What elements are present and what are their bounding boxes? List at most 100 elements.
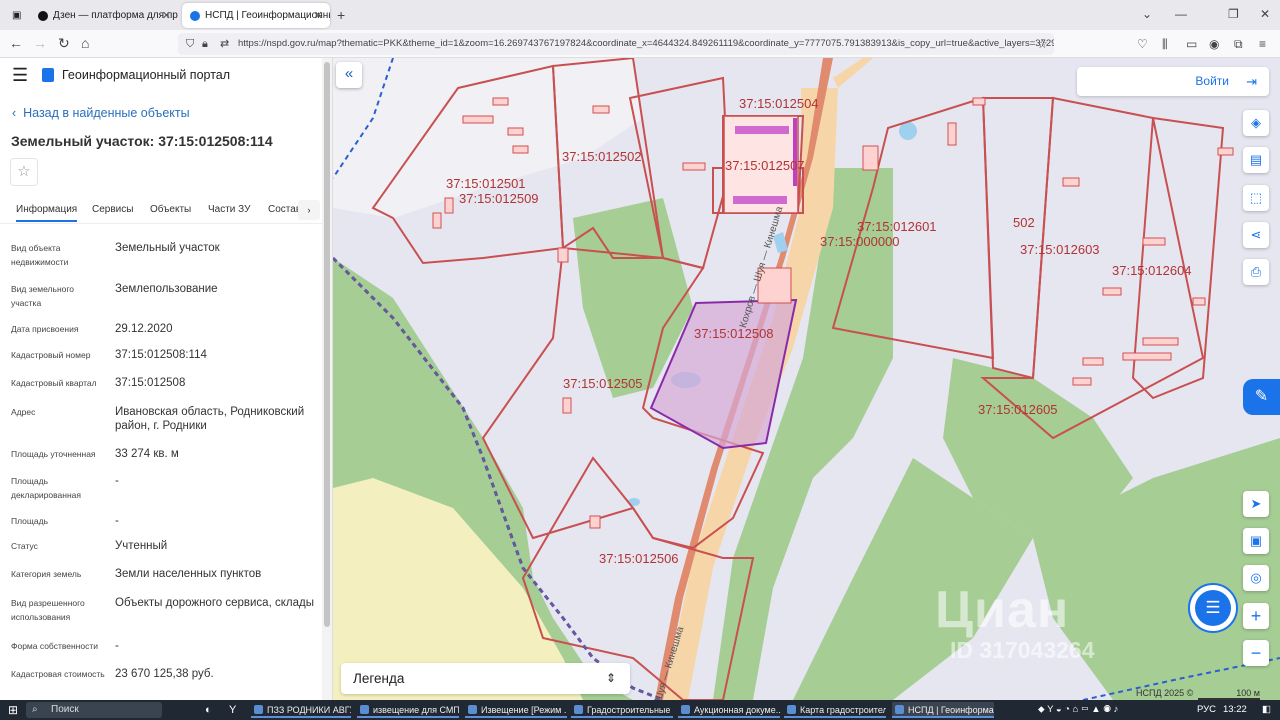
parcel-label[interactable]: 502 xyxy=(1013,215,1035,230)
clock[interactable]: 13:22 xyxy=(1223,702,1247,718)
cadastral-map[interactable]: 37:15:012504 37:15:012502 37:15:012507 3… xyxy=(333,58,1280,700)
print-icon[interactable]: ⎙ xyxy=(1243,259,1269,285)
select-area-icon[interactable]: ⬚ xyxy=(1243,185,1269,211)
sidebar-icon[interactable]: ▭ xyxy=(1186,36,1197,52)
navigate-icon[interactable]: ➤ xyxy=(1243,491,1269,517)
tab-parts[interactable]: Части ЗУ xyxy=(208,204,250,215)
attr-label: Дата присвоения xyxy=(11,324,79,334)
address-bar[interactable]: ⛉ 🔒︎ ⇄ https://nspd.gov.ru/map?thematic=… xyxy=(178,33,1054,55)
share-icon[interactable]: ⋖ xyxy=(1243,222,1269,248)
hamburger-icon[interactable]: ☰ xyxy=(12,66,28,84)
close-icon[interactable]: ✕ xyxy=(162,9,171,22)
attr-value: Землепользование xyxy=(115,283,218,295)
taskbar-item[interactable]: извещение для СМП... xyxy=(357,702,459,718)
attr-value: - xyxy=(115,475,119,487)
parcel-label[interactable]: 37:15:012506 xyxy=(599,551,679,566)
parcel-label[interactable]: 37:15:012509 xyxy=(459,191,539,206)
taskbar-item[interactable]: ПЗЗ РОДНИКИ АВГУ... xyxy=(251,702,351,718)
legend-dropdown[interactable]: Легенда ⇕ xyxy=(341,663,630,694)
taskbar-item[interactable]: Градостроительные ... xyxy=(571,702,673,718)
tab-composition[interactable]: Состав xyxy=(268,204,301,215)
back-to-results-link[interactable]: ‹ Назад в найденные объекты xyxy=(12,106,190,120)
tab-objects[interactable]: Объекты xyxy=(150,204,191,215)
parcel-label[interactable]: 37:15:000000 xyxy=(820,234,900,249)
tab-nspd[interactable]: НСПД | Геоинформационный ✕ xyxy=(182,3,330,28)
taskbar-search[interactable]: ⌕ Поиск xyxy=(26,702,162,718)
pocket-icon[interactable]: ♡ xyxy=(1137,36,1148,52)
search-icon: ⌕ xyxy=(32,704,38,715)
layers-icon[interactable]: ◈ xyxy=(1243,110,1269,136)
account-icon[interactable]: ◉ xyxy=(1209,36,1219,52)
feedback-widget-icon[interactable]: ✎ xyxy=(1243,379,1280,415)
attr-value: 23 670 125,38 руб. xyxy=(115,668,214,680)
forward-arrow-icon[interactable]: → xyxy=(33,35,47,51)
taskbar-item[interactable]: Аукционная докуме... xyxy=(678,702,780,718)
chat-button[interactable]: ☰ xyxy=(1188,583,1238,633)
attr-value: Объекты дорожного сервиса, склады xyxy=(115,597,314,609)
notifications-icon[interactable]: ◧ xyxy=(1262,702,1271,718)
login-button[interactable]: Войти ⇥ xyxy=(1077,67,1269,96)
scrollbar-thumb[interactable] xyxy=(324,62,330,627)
minimap-icon[interactable]: ▣ xyxy=(1243,528,1269,554)
parcel-label[interactable]: 37:15:012502 xyxy=(562,149,642,164)
attr-label: Адрес xyxy=(11,407,36,417)
attr-value: 37:15:012508 xyxy=(115,377,186,389)
minimize-icon[interactable]: — xyxy=(1175,6,1187,22)
taskbar-item[interactable]: Извещение [Режим ... xyxy=(465,702,567,718)
zoom-out-icon[interactable]: − xyxy=(1243,640,1269,666)
restore-icon[interactable]: ❐ xyxy=(1228,6,1239,22)
bookmark-star-icon[interactable]: ☆ xyxy=(1037,36,1048,52)
attr-label: Кадастровая стоимость xyxy=(11,669,105,679)
tab-information[interactable]: Информация xyxy=(16,204,78,222)
menu-icon[interactable]: ≡ xyxy=(1259,36,1266,52)
up-down-chevron-icon: ⇕ xyxy=(605,671,616,685)
chevron-down-icon[interactable]: ⌄ xyxy=(1142,6,1152,22)
tab-overview-button[interactable]: ▣ xyxy=(4,3,26,28)
parcel-label[interactable]: 37:15:012501 xyxy=(446,176,526,191)
attr-value: Ивановская область, Родниковский район, … xyxy=(115,406,305,432)
map-canvas[interactable] xyxy=(333,58,1280,700)
tab-label: Дзен — платформа для просм xyxy=(53,10,178,21)
attr-label: Вид объекта недвижимости xyxy=(11,243,69,267)
taskbar-item-active[interactable]: НСПД | Геоинформа... xyxy=(892,702,994,718)
taskbar-item[interactable]: Карта градостроител... xyxy=(784,702,886,718)
attr-value: 33 274 кв. м xyxy=(115,448,179,460)
yandex-icon[interactable]: Y xyxy=(229,702,236,718)
library-icon[interactable]: ⫼ xyxy=(1162,36,1168,52)
new-tab-icon[interactable]: + xyxy=(337,7,345,23)
attr-value: Земли населенных пунктов xyxy=(115,568,262,580)
back-arrow-icon[interactable]: ← xyxy=(9,35,23,51)
location-icon[interactable]: ◎ xyxy=(1243,565,1269,591)
parcel-label[interactable]: 37:15:012605 xyxy=(978,402,1058,417)
parcel-label[interactable]: 37:15:012504 xyxy=(739,96,819,111)
reload-icon[interactable]: ↻ xyxy=(58,35,70,51)
zoom-in-icon[interactable]: + xyxy=(1243,603,1269,629)
windows-start-icon[interactable]: ⊞ xyxy=(8,702,18,718)
close-window-icon[interactable]: ✕ xyxy=(1260,6,1270,22)
tab-dzen[interactable]: Дзен — платформа для просм ✕ xyxy=(30,3,178,28)
panel-scrollbar[interactable] xyxy=(322,58,332,700)
close-icon[interactable]: ✕ xyxy=(314,9,323,22)
home-icon[interactable]: ⌂ xyxy=(81,35,89,51)
attr-label: Площадь декларированная xyxy=(11,476,81,500)
tray-icons[interactable]: ⬥ Y ◒ ◔ ⌂ ▭ ▲ ◉ ♪ xyxy=(1038,702,1118,718)
parcel-label[interactable]: 37:15:012601 xyxy=(857,219,937,234)
parcel-label-selected[interactable]: 37:15:012508 xyxy=(694,326,774,341)
extensions-icon[interactable]: ⧉ xyxy=(1234,36,1243,52)
parcel-label[interactable]: 37:15:012603 xyxy=(1020,242,1100,257)
favorite-star-icon[interactable]: ☆ xyxy=(10,158,38,186)
parcel-label[interactable]: 37:15:012604 xyxy=(1112,263,1192,278)
attr-label: Категория земель xyxy=(11,569,82,579)
edge-icon[interactable]: ◐ xyxy=(205,702,212,718)
collapse-panel-icon[interactable]: « xyxy=(336,62,362,88)
attr-label: Кадастровый квартал xyxy=(11,378,97,388)
copyright-label: НСПД 2025 © xyxy=(1136,688,1194,698)
tabs-next-icon[interactable]: › xyxy=(298,200,320,220)
attr-value: 37:15:012508:114 xyxy=(115,349,207,361)
language-indicator[interactable]: РУС xyxy=(1197,702,1216,718)
ruler-icon[interactable]: ▤ xyxy=(1243,147,1269,173)
tab-services[interactable]: Сервисы xyxy=(92,204,133,215)
attr-label: Площадь уточненная xyxy=(11,449,96,459)
parcel-label[interactable]: 37:15:012505 xyxy=(563,376,643,391)
parcel-label[interactable]: 37:15:012507 xyxy=(725,158,805,173)
